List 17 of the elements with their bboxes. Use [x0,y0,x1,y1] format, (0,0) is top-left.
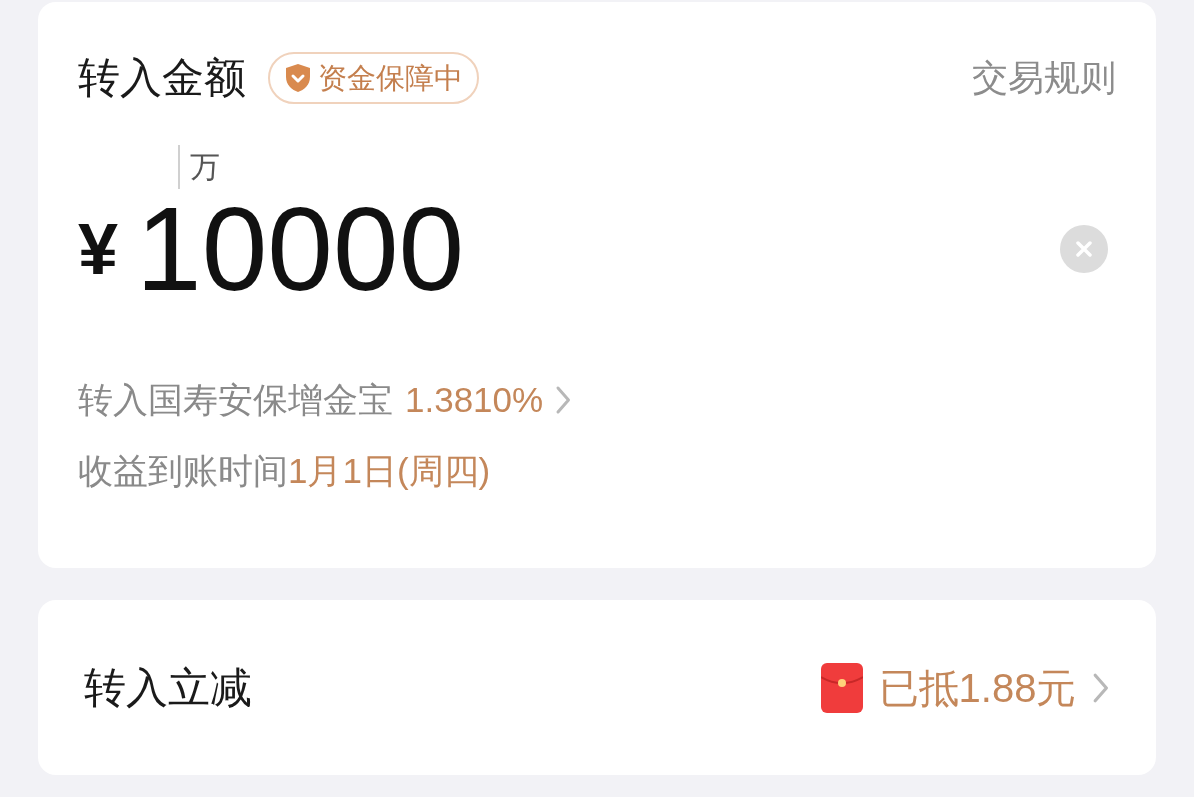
discount-value: 已抵1.88元 [878,667,1077,708]
envelope-icon [820,662,863,713]
unit-hint: 万 [190,152,220,182]
currency-symbol: ¥ [78,213,119,285]
clear-button[interactable] [1060,225,1108,273]
fund-rate: 1.3810% [405,382,544,417]
fund-name: 转入国寿安保增金宝 [78,382,393,417]
arrival-label: 收益到账时间 [78,453,288,488]
chevron-right-icon [1092,671,1110,704]
protection-badge: 资金保障中 [268,52,479,104]
close-icon [1075,240,1093,258]
chevron-right-icon [555,384,572,415]
section-title: 转入金额 [78,57,246,99]
arrival-date: 1月1日(周四) [288,453,491,488]
shield-icon [284,63,312,93]
discount-card[interactable]: 转入立减 已抵1.88元 [38,600,1156,775]
discount-title: 转入立减 [84,666,252,709]
